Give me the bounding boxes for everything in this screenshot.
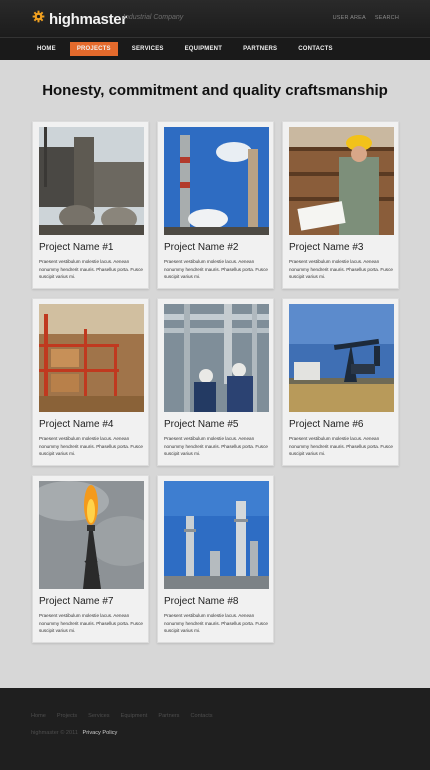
project-photo-2[interactable] — [164, 127, 269, 235]
project-card-7[interactable]: Project Name #7 Praesent vestibulum mole… — [32, 475, 149, 643]
gear-icon — [32, 10, 45, 28]
page-title: Honesty, commitment and quality craftsma… — [42, 82, 388, 99]
project-title-4[interactable]: Project Name #4 — [39, 419, 113, 430]
footer-link-partners[interactable]: Partners — [158, 713, 179, 719]
copyright: highmaster © 2011 Privacy Policy — [31, 730, 117, 736]
project-title-8[interactable]: Project Name #8 — [164, 596, 238, 607]
footer: Home Projects Services Equipment Partner… — [0, 688, 430, 770]
main-nav: HOME PROJECTS SERVICES EQUIPMENT PARTNER… — [0, 37, 430, 60]
project-card-2[interactable]: Project Name #2 Praesent vestibulum mole… — [157, 121, 274, 289]
footer-link-services[interactable]: Services — [88, 713, 109, 719]
project-photo-1[interactable] — [39, 127, 144, 235]
project-desc-8: Praesent vestibulum molestie lacus. Aene… — [164, 613, 268, 634]
project-desc-1: Praesent vestibulum molestie lacus. Aene… — [39, 259, 143, 280]
project-title-1[interactable]: Project Name #1 — [39, 242, 113, 253]
project-card-1[interactable]: Project Name #1 Praesent vestibulum mole… — [32, 121, 149, 289]
footer-link-home[interactable]: Home — [31, 713, 46, 719]
logo[interactable]: highmaster — [32, 9, 127, 29]
project-desc-7: Praesent vestibulum molestie lacus. Aene… — [39, 613, 143, 634]
project-desc-5: Praesent vestibulum molestie lacus. Aene… — [164, 436, 268, 457]
nav-equipment[interactable]: EQUIPMENT — [178, 42, 229, 56]
project-photo-8[interactable] — [164, 481, 269, 589]
top-links: USER AREA SEARCH — [333, 15, 399, 21]
project-desc-4: Praesent vestibulum molestie lacus. Aene… — [39, 436, 143, 457]
footer-link-equipment[interactable]: Equipment — [121, 713, 148, 719]
nav-projects[interactable]: PROJECTS — [69, 42, 118, 56]
project-card-4[interactable]: Project Name #4 Praesent vestibulum mole… — [32, 298, 149, 466]
copyright-text: highmaster © 2011 — [31, 730, 78, 736]
logo-text: highmaster — [49, 10, 127, 28]
project-title-2[interactable]: Project Name #2 — [164, 242, 238, 253]
project-card-8[interactable]: Project Name #8 Praesent vestibulum mole… — [157, 475, 274, 643]
project-card-5[interactable]: Project Name #5 Praesent vestibulum mole… — [157, 298, 274, 466]
footer-link-projects[interactable]: Projects — [57, 713, 77, 719]
project-photo-5[interactable] — [164, 304, 269, 412]
project-title-6[interactable]: Project Name #6 — [289, 419, 363, 430]
tagline: Industrial Company — [123, 14, 184, 21]
privacy-policy-link[interactable]: Privacy Policy — [83, 730, 118, 736]
project-title-5[interactable]: Project Name #5 — [164, 419, 238, 430]
nav-partners[interactable]: PARTNERS — [236, 42, 284, 56]
nav-contacts[interactable]: CONTACTS — [291, 42, 340, 56]
footer-links: Home Projects Services Equipment Partner… — [31, 713, 224, 719]
project-card-3[interactable]: Project Name #3 Praesent vestibulum mole… — [282, 121, 399, 289]
project-desc-2: Praesent vestibulum molestie lacus. Aene… — [164, 259, 268, 280]
project-desc-6: Praesent vestibulum molestie lacus. Aene… — [289, 436, 393, 457]
project-title-7[interactable]: Project Name #7 — [39, 596, 113, 607]
nav-services[interactable]: SERVICES — [125, 42, 171, 56]
search-link[interactable]: SEARCH — [375, 15, 399, 21]
project-card-6[interactable]: Project Name #6 Praesent vestibulum mole… — [282, 298, 399, 466]
footer-link-contacts[interactable]: Contacts — [190, 713, 212, 719]
project-photo-3[interactable] — [289, 127, 394, 235]
nav-home[interactable]: HOME — [30, 42, 63, 56]
user-area-link[interactable]: USER AREA — [333, 15, 366, 21]
project-title-3[interactable]: Project Name #3 — [289, 242, 363, 253]
project-photo-6[interactable] — [289, 304, 394, 412]
project-photo-7[interactable] — [39, 481, 144, 589]
project-photo-4[interactable] — [39, 304, 144, 412]
project-desc-3: Praesent vestibulum molestie lacus. Aene… — [289, 259, 393, 280]
top-header: highmaster Industrial Company USER AREA … — [0, 0, 430, 37]
